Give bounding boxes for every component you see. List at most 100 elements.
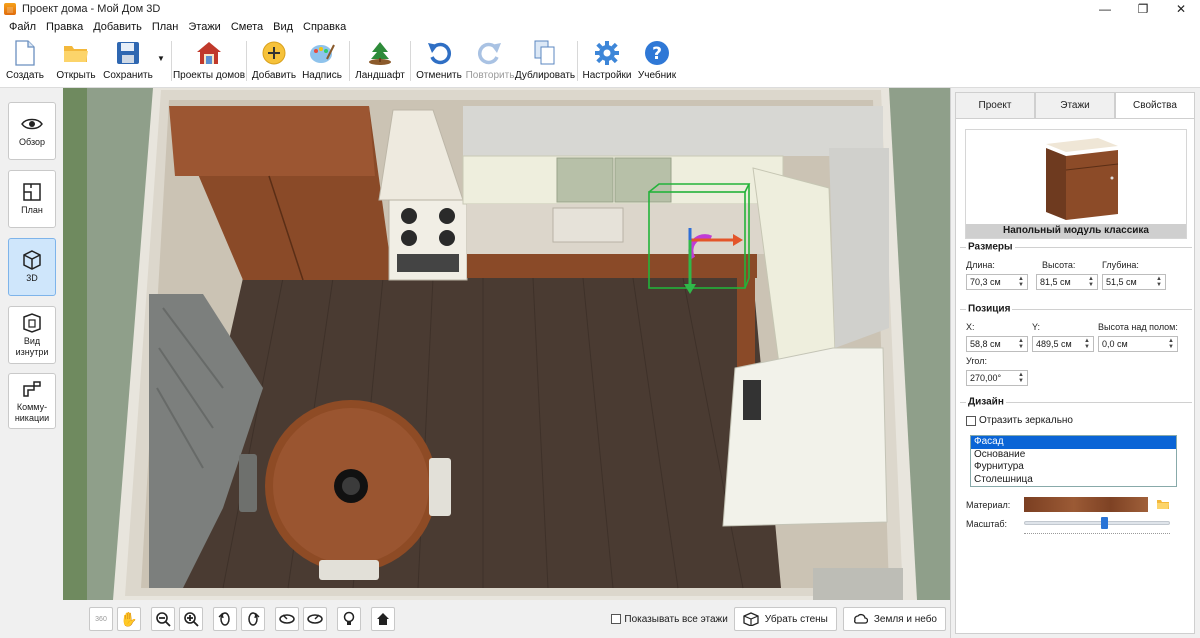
viewport-toolbar: 360 ✋ Показывать все этажи Убрать стены … [63,600,950,638]
menu-estimate[interactable]: Смета [226,21,268,33]
menu-help[interactable]: Справка [298,21,351,33]
toolbar-separator [349,41,350,81]
position-group: Позиция X: Y: Высота над полом: 58,8 см ▲… [960,303,1192,391]
tab-project[interactable]: Проект [955,92,1035,118]
cloud-landscape-icon [853,613,868,624]
open-button[interactable]: Открыть [50,36,102,86]
rotate-right-icon [248,612,260,626]
angle-input[interactable]: 270,00° ▲ ▼ [966,370,1028,386]
gear-icon [593,39,621,67]
redo-button[interactable]: Повторить [464,36,516,86]
label-button[interactable]: Надпись [298,36,346,86]
toolbar: Создать Открыть Сохранить ▼ Проекты домо… [0,36,1200,88]
mirror-toggle[interactable]: Отразить зеркально [966,415,1073,426]
list-item[interactable]: Столешница [971,474,1176,487]
length-label: Длина: [966,260,995,270]
maximize-button[interactable]: ❐ [1124,0,1162,18]
svg-text:?: ? [652,44,662,64]
app-icon [4,3,16,15]
object-preview: Напольный модуль классика [965,129,1187,239]
pan-hand-button[interactable]: ✋ [117,607,141,631]
3d-view-button[interactable]: 3D [8,238,56,296]
spin-arrows[interactable]: ▲ ▼ [1087,276,1095,288]
menu-add[interactable]: Добавить [88,21,147,33]
utilities-button[interactable]: Комму-никации [8,373,56,429]
menu-bar: Файл Правка Добавить План Этажи Смета Ви… [0,18,1200,36]
duplicate-button[interactable]: Дублировать [515,36,575,86]
landscape-button[interactable]: Ландшафт [353,36,407,86]
add-button[interactable]: Добавить [250,36,298,86]
overview-button[interactable]: Обзор [8,102,56,160]
properties-panel: Проект Этажи Свойства Напольный модуль к… [950,88,1200,638]
remove-walls-button[interactable]: Убрать стены [733,607,837,631]
folder-icon[interactable] [1156,498,1170,510]
tab-floors[interactable]: Этажи [1035,92,1115,118]
tutorial-button[interactable]: ? Учебник [633,36,681,86]
spin-arrows[interactable]: ▲ ▼ [1017,276,1025,288]
plan-view-button[interactable]: План [8,170,56,228]
preview-caption: Напольный модуль классика [966,224,1186,238]
tab-properties[interactable]: Свойства [1115,92,1195,118]
title-bar: Проект дома - Мой Дом 3D — ❐ ✕ [0,0,1200,18]
elevation-input[interactable]: 0,0 см ▲ ▼ [1098,336,1178,352]
menu-edit[interactable]: Правка [41,21,88,33]
menu-file[interactable]: Файл [4,21,41,33]
y-input[interactable]: 489,5 см ▲ ▼ [1032,336,1094,352]
toolbar-separator [246,41,247,81]
earth-sky-button[interactable]: Земля и небо [842,607,946,631]
inside-view-button[interactable]: Вид изнутри [8,306,56,364]
tilt-down-button[interactable] [303,607,327,631]
show-all-floors-checkbox[interactable] [611,614,622,624]
tree-icon [366,39,394,67]
design-title: Дизайн [966,396,1006,408]
faucet-icon [21,379,43,399]
design-parts-list[interactable]: Фасад Основание Фурнитура Столешница [970,435,1177,487]
minimize-button[interactable]: — [1086,0,1124,18]
mirror-checkbox[interactable] [966,415,976,426]
angle-label: Угол: [966,356,987,366]
spin-arrows[interactable]: ▲ ▼ [1017,372,1025,384]
list-item[interactable]: Основание [971,449,1176,462]
plus-circle-icon [260,39,288,67]
spin-arrows[interactable]: ▲ ▼ [1155,276,1163,288]
save-button[interactable]: Сохранить [102,36,154,86]
x-label: X: [966,322,975,332]
lighting-button[interactable] [337,607,361,631]
list-item[interactable]: Фурнитура [971,461,1176,474]
light-bulb-icon [343,611,355,625]
rotate-right-button[interactable] [241,607,265,631]
settings-button[interactable]: Настройки [581,36,633,86]
create-button[interactable]: Создать [0,36,50,86]
menu-plan[interactable]: План [147,21,184,33]
show-all-floors-toggle[interactable]: Показывать все этажи [611,614,728,625]
spin-arrows[interactable]: ▲ ▼ [1083,338,1091,350]
menu-floors[interactable]: Этажи [183,21,225,33]
undo-button[interactable]: Отменить [414,36,464,86]
scale-ticks [1024,533,1170,534]
save-dropdown-arrow[interactable]: ▼ [154,36,168,63]
home-view-button[interactable] [371,607,395,631]
tilt-up-button[interactable] [275,607,299,631]
zoom-out-icon [156,612,171,627]
spin-arrows[interactable]: ▲ ▼ [1017,338,1025,350]
floppy-disk-icon [114,39,142,67]
rotate-360-button[interactable]: 360 [89,607,113,631]
depth-input[interactable]: 51,5 см ▲ ▼ [1102,274,1166,290]
scale-slider[interactable] [1024,521,1170,525]
material-swatch[interactable] [1024,497,1148,512]
spin-arrows[interactable]: ▲ ▼ [1167,338,1175,350]
material-label: Материал: [966,500,1011,510]
y-label: Y: [1032,322,1041,332]
close-button[interactable]: ✕ [1162,0,1200,18]
menu-view[interactable]: Вид [268,21,298,33]
scale-slider-thumb[interactable] [1101,517,1109,529]
zoom-out-button[interactable] [151,607,175,631]
3d-viewport[interactable] [63,88,950,600]
height-input[interactable]: 81,5 см ▲ ▼ [1036,274,1098,290]
x-input[interactable]: 58,8 см ▲ ▼ [966,336,1028,352]
zoom-in-button[interactable] [179,607,203,631]
house-projects-button[interactable]: Проекты домов [173,36,245,86]
rotate-left-button[interactable] [213,607,237,631]
length-input[interactable]: 70,3 см ▲ ▼ [966,274,1028,290]
list-item[interactable]: Фасад [971,436,1176,449]
